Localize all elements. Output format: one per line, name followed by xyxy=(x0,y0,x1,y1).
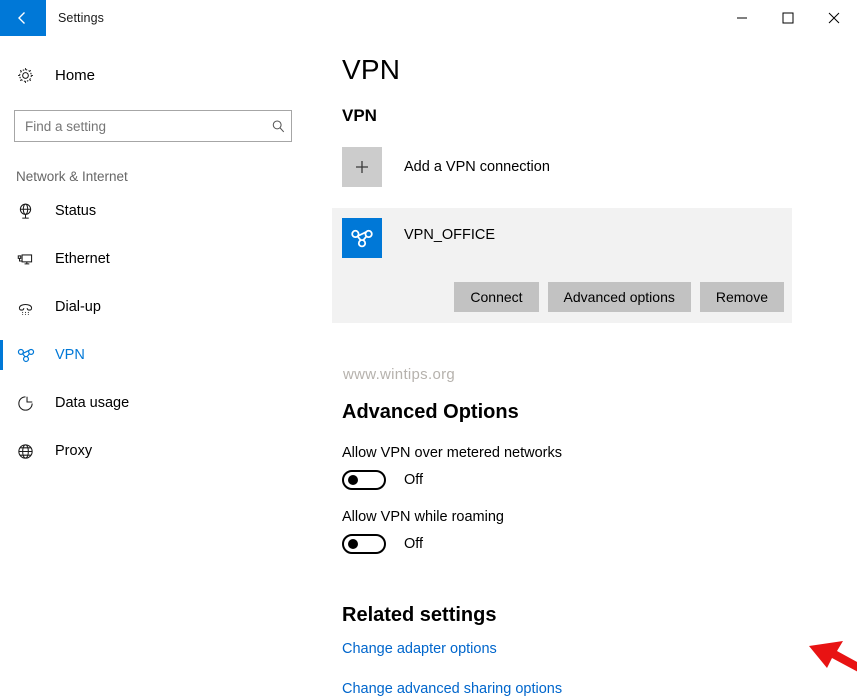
back-button[interactable] xyxy=(0,0,46,36)
change-adapter-options-link[interactable]: Change adapter options xyxy=(342,641,497,657)
globe-stand-icon xyxy=(16,202,42,221)
search-icon[interactable] xyxy=(265,119,291,134)
vpn-connection-name: VPN_OFFICE xyxy=(404,227,496,243)
metered-networks-state: Off xyxy=(404,472,424,488)
change-advanced-sharing-options-link[interactable]: Change advanced sharing options xyxy=(342,681,562,697)
sidebar-home-label: Home xyxy=(55,66,96,84)
roaming-state: Off xyxy=(404,536,424,552)
vpn-group-title: VPN xyxy=(342,106,377,125)
sidebar-item-label: Proxy xyxy=(55,443,93,459)
close-button[interactable] xyxy=(811,0,857,36)
toggle-knob xyxy=(348,539,358,549)
minimize-button[interactable] xyxy=(719,0,765,36)
vpn-connection-card[interactable]: VPN_OFFICE Connect Advanced options Remo… xyxy=(332,208,792,323)
dialup-phone-icon xyxy=(16,298,42,317)
add-vpn-connection-button[interactable]: Add a VPN connection xyxy=(342,147,592,187)
plus-icon xyxy=(342,147,382,187)
sidebar-item-label: Data usage xyxy=(55,395,130,411)
sidebar-nav-list: Status Ethernet Dial-up VPN Data usage P… xyxy=(0,194,310,468)
metered-networks-row: Off xyxy=(342,470,562,490)
back-arrow-icon xyxy=(13,8,33,28)
advanced-options-button[interactable]: Advanced options xyxy=(547,282,691,312)
sidebar-item-status[interactable]: Status xyxy=(0,194,310,228)
ethernet-icon xyxy=(16,250,42,269)
vpn-card-actions: Connect Advanced options Remove xyxy=(454,282,784,312)
site-watermark: www.wintips.org xyxy=(343,366,456,383)
maximize-button[interactable] xyxy=(765,0,811,36)
remove-button[interactable]: Remove xyxy=(699,282,784,312)
window-controls xyxy=(719,0,857,36)
search-input[interactable] xyxy=(15,111,265,141)
sidebar: Home Network & Internet xyxy=(0,36,310,685)
roaming-label: Allow VPN while roaming xyxy=(342,509,504,525)
title-bar: Settings xyxy=(0,0,857,36)
red-arrow-pointer xyxy=(807,637,857,686)
minimize-icon xyxy=(736,12,748,24)
related-settings-title: Related settings xyxy=(342,604,497,626)
metered-networks-setting: Allow VPN over metered networks Off xyxy=(342,445,562,490)
sidebar-item-data-usage[interactable]: Data usage xyxy=(0,386,310,420)
toggle-knob xyxy=(348,475,358,485)
metered-networks-toggle[interactable] xyxy=(342,470,386,490)
globe-icon xyxy=(16,442,42,461)
sidebar-item-label: VPN xyxy=(55,347,85,363)
sidebar-item-proxy[interactable]: Proxy xyxy=(0,434,310,468)
sidebar-item-label: Dial-up xyxy=(55,299,101,315)
advanced-options-title: Advanced Options xyxy=(342,401,519,423)
vpn-card-header: VPN_OFFICE xyxy=(332,208,792,258)
vpn-knot-icon xyxy=(16,345,42,365)
connect-button[interactable]: Connect xyxy=(454,282,539,312)
close-icon xyxy=(828,12,840,24)
selection-accent-bar xyxy=(0,340,3,370)
page-title: VPN xyxy=(342,54,401,85)
sidebar-item-dial-up[interactable]: Dial-up xyxy=(0,290,310,324)
search-box[interactable] xyxy=(14,110,292,142)
metered-networks-label: Allow VPN over metered networks xyxy=(342,445,562,461)
main-content: VPN VPN Add a VPN connection VPN_OFFICE … xyxy=(310,36,857,697)
pie-chart-icon xyxy=(16,394,42,413)
maximize-icon xyxy=(782,12,794,24)
window-title: Settings xyxy=(58,11,104,25)
sidebar-item-label: Status xyxy=(55,203,97,219)
gear-icon xyxy=(16,66,42,85)
sidebar-item-vpn[interactable]: VPN xyxy=(0,338,310,372)
sidebar-item-label: Ethernet xyxy=(55,251,110,267)
roaming-setting: Allow VPN while roaming Off xyxy=(342,509,504,554)
sidebar-item-ethernet[interactable]: Ethernet xyxy=(0,242,310,276)
roaming-toggle[interactable] xyxy=(342,534,386,554)
vpn-knot-icon xyxy=(342,218,382,258)
sidebar-item-home[interactable]: Home xyxy=(0,58,310,92)
roaming-row: Off xyxy=(342,534,504,554)
sidebar-category-label: Network & Internet xyxy=(16,169,128,184)
add-vpn-connection-label: Add a VPN connection xyxy=(404,159,550,175)
